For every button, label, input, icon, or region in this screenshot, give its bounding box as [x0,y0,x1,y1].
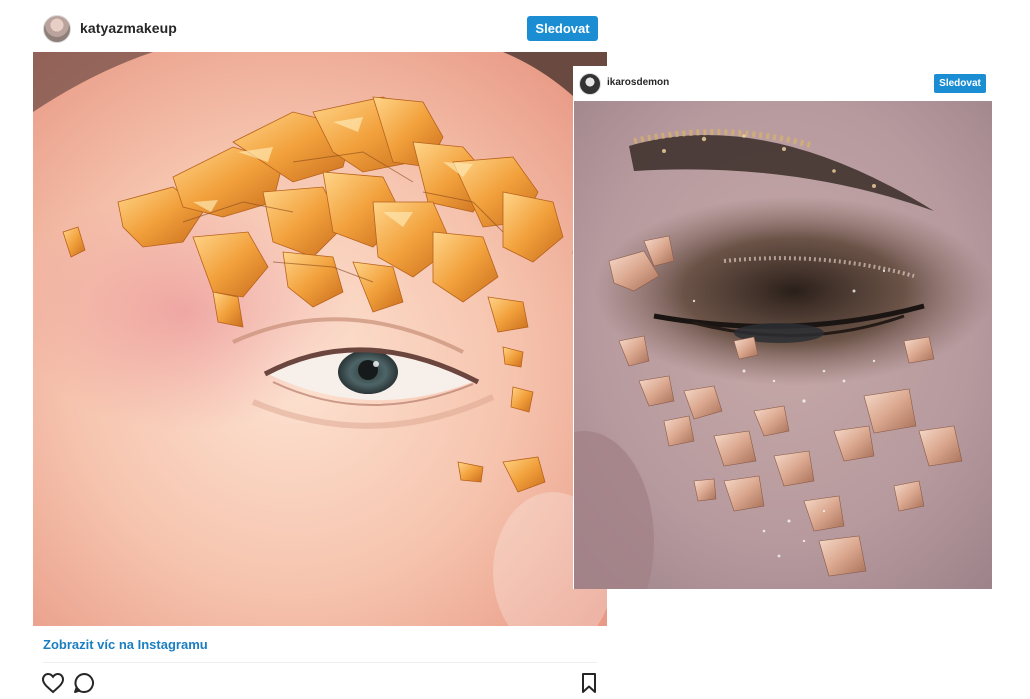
view-more-instagram-link[interactable]: Zobrazit víc na Instagramu [43,637,208,652]
comment-icon[interactable] [72,671,96,695]
post-photo[interactable] [574,101,992,589]
bookmark-icon[interactable] [577,671,601,695]
instagram-embed-ikarosdemon: ikarosdemon Sledovat [573,66,993,589]
follow-button[interactable]: Sledovat [934,74,986,93]
post-actions [33,668,607,699]
divider [43,662,597,663]
post-header: katyazmakeup Sledovat [33,0,607,52]
instagram-embed-katyazmakeup: katyazmakeup Sledovat Zobrazit víc na In… [33,0,607,699]
follow-button[interactable]: Sledovat [527,16,598,41]
username[interactable]: ikarosdemon [607,77,669,88]
avatar[interactable] [43,15,71,43]
post-photo[interactable] [33,52,607,626]
heart-icon[interactable] [41,671,65,695]
username[interactable]: katyazmakeup [80,20,177,36]
avatar[interactable] [579,73,601,95]
